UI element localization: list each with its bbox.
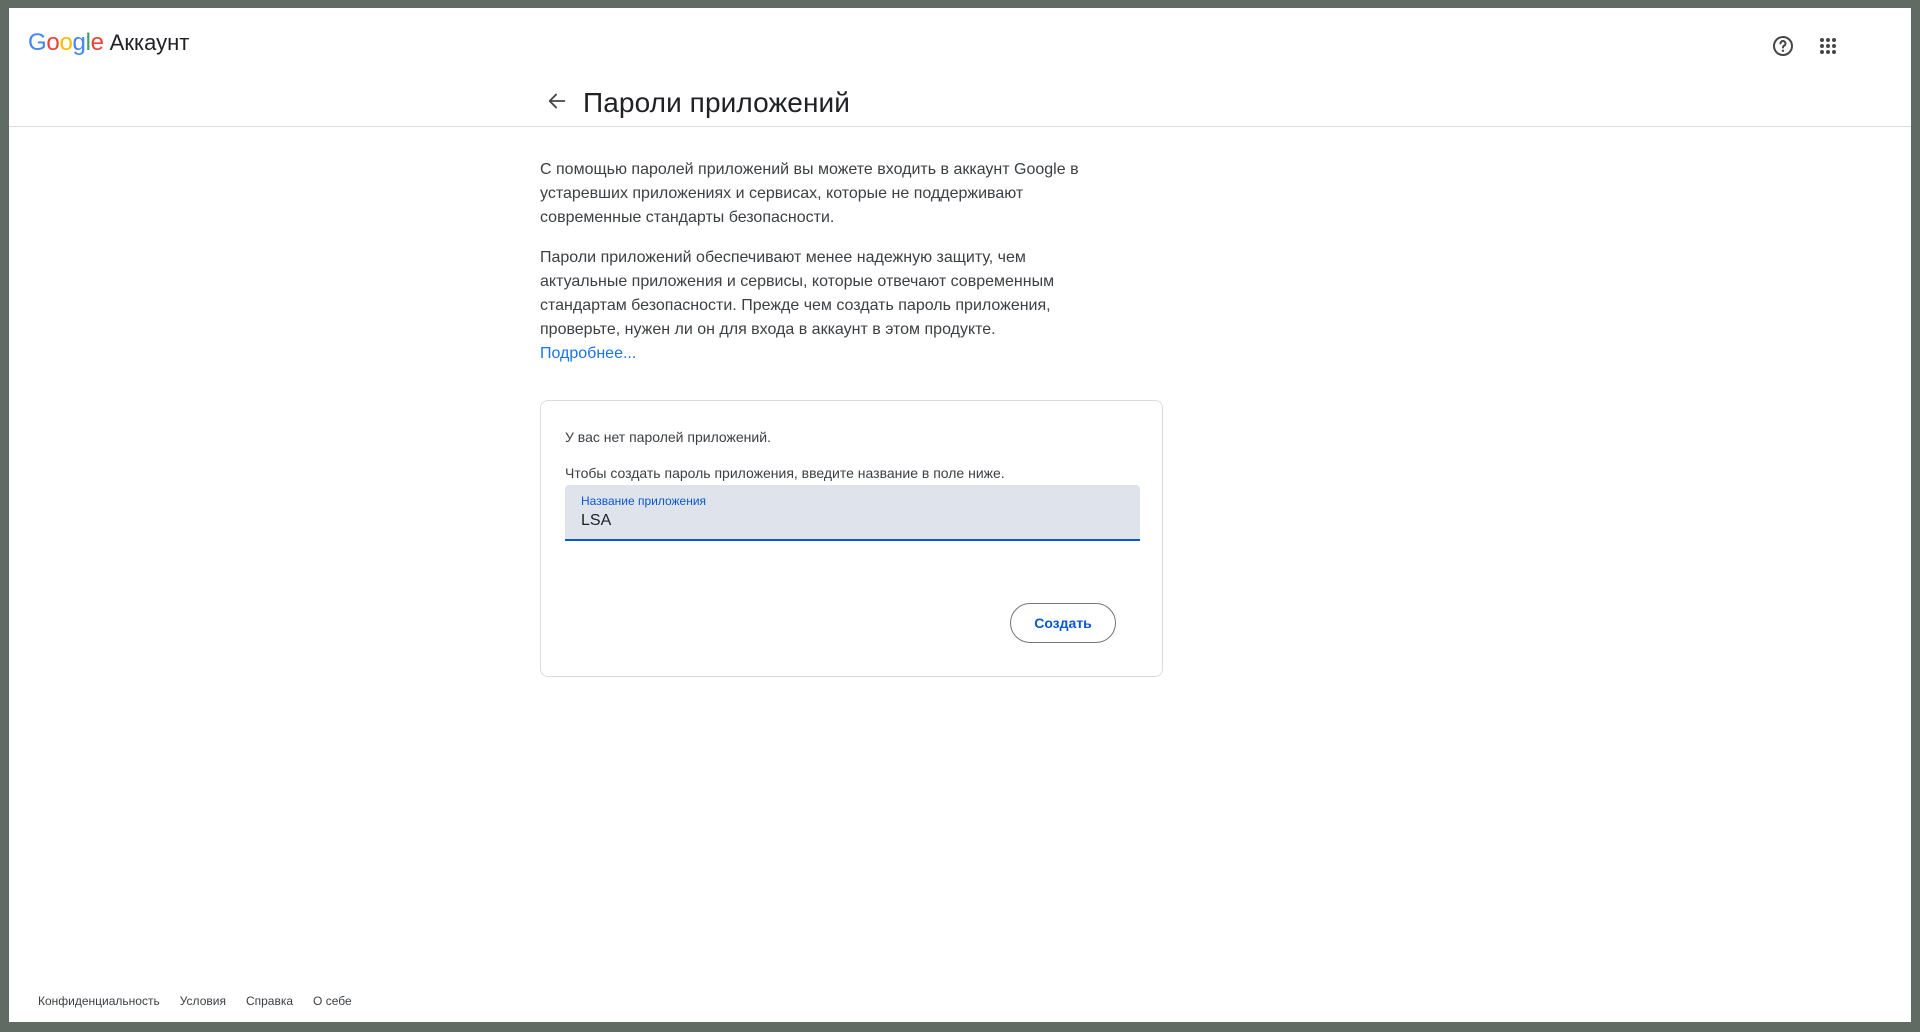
footer-link-terms[interactable]: Условия — [180, 994, 226, 1008]
no-passwords-message: У вас нет паролей приложений. — [565, 429, 771, 445]
footer-link-privacy[interactable]: Конфиденциальность — [38, 994, 160, 1008]
product-name: Аккаунт — [109, 30, 190, 55]
top-bar: Google Аккаунт Пароли приложений — [9, 8, 1911, 127]
learn-more-link[interactable]: Подробнее... — [540, 345, 636, 362]
footer: Конфиденциальность Условия Справка О себ… — [38, 994, 352, 1008]
arrow-back-icon — [546, 90, 568, 117]
google-logo: Google — [28, 29, 104, 57]
page-frame: Google Аккаунт Пароли приложений С помощ… — [9, 8, 1911, 1022]
google-logo-letter: g — [72, 29, 86, 56]
footer-link-help[interactable]: Справка — [246, 994, 293, 1008]
google-account-brand[interactable]: Google Аккаунт — [28, 29, 189, 57]
help-button[interactable] — [1763, 28, 1803, 68]
create-instruction: Чтобы создать пароль приложения, введите… — [565, 465, 1005, 481]
google-apps-button[interactable] — [1808, 28, 1848, 68]
google-logo-letter: G — [28, 29, 47, 56]
intro-paragraph-2-text: Пароли приложений обеспечивают менее над… — [540, 249, 1055, 338]
google-logo-letter: e — [90, 29, 104, 56]
help-circle-icon — [1771, 34, 1795, 63]
page-title-row: Пароли приложений — [537, 83, 850, 123]
app-name-label: Название приложения — [581, 494, 707, 508]
app-name-field[interactable]: Название приложения — [565, 485, 1140, 541]
apps-grid-icon — [1816, 34, 1840, 63]
app-passwords-card: У вас нет паролей приложений. Чтобы созд… — [540, 400, 1163, 677]
app-name-input[interactable] — [581, 509, 1121, 533]
intro-paragraph-1: С помощью паролей приложений вы можете в… — [540, 161, 1079, 226]
page-title: Пароли приложений — [583, 87, 851, 118]
back-button[interactable] — [537, 83, 577, 123]
intro-paragraph-2: Пароли приложений обеспечивают менее над… — [540, 246, 1100, 366]
footer-link-about[interactable]: О себе — [313, 994, 352, 1008]
create-button[interactable]: Создать — [1010, 603, 1116, 643]
google-logo-letters: Google — [28, 29, 104, 56]
google-logo-letter: o — [46, 29, 60, 56]
google-logo-letter: o — [59, 29, 73, 56]
intro-text: С помощью паролей приложений вы можете в… — [540, 158, 1100, 366]
